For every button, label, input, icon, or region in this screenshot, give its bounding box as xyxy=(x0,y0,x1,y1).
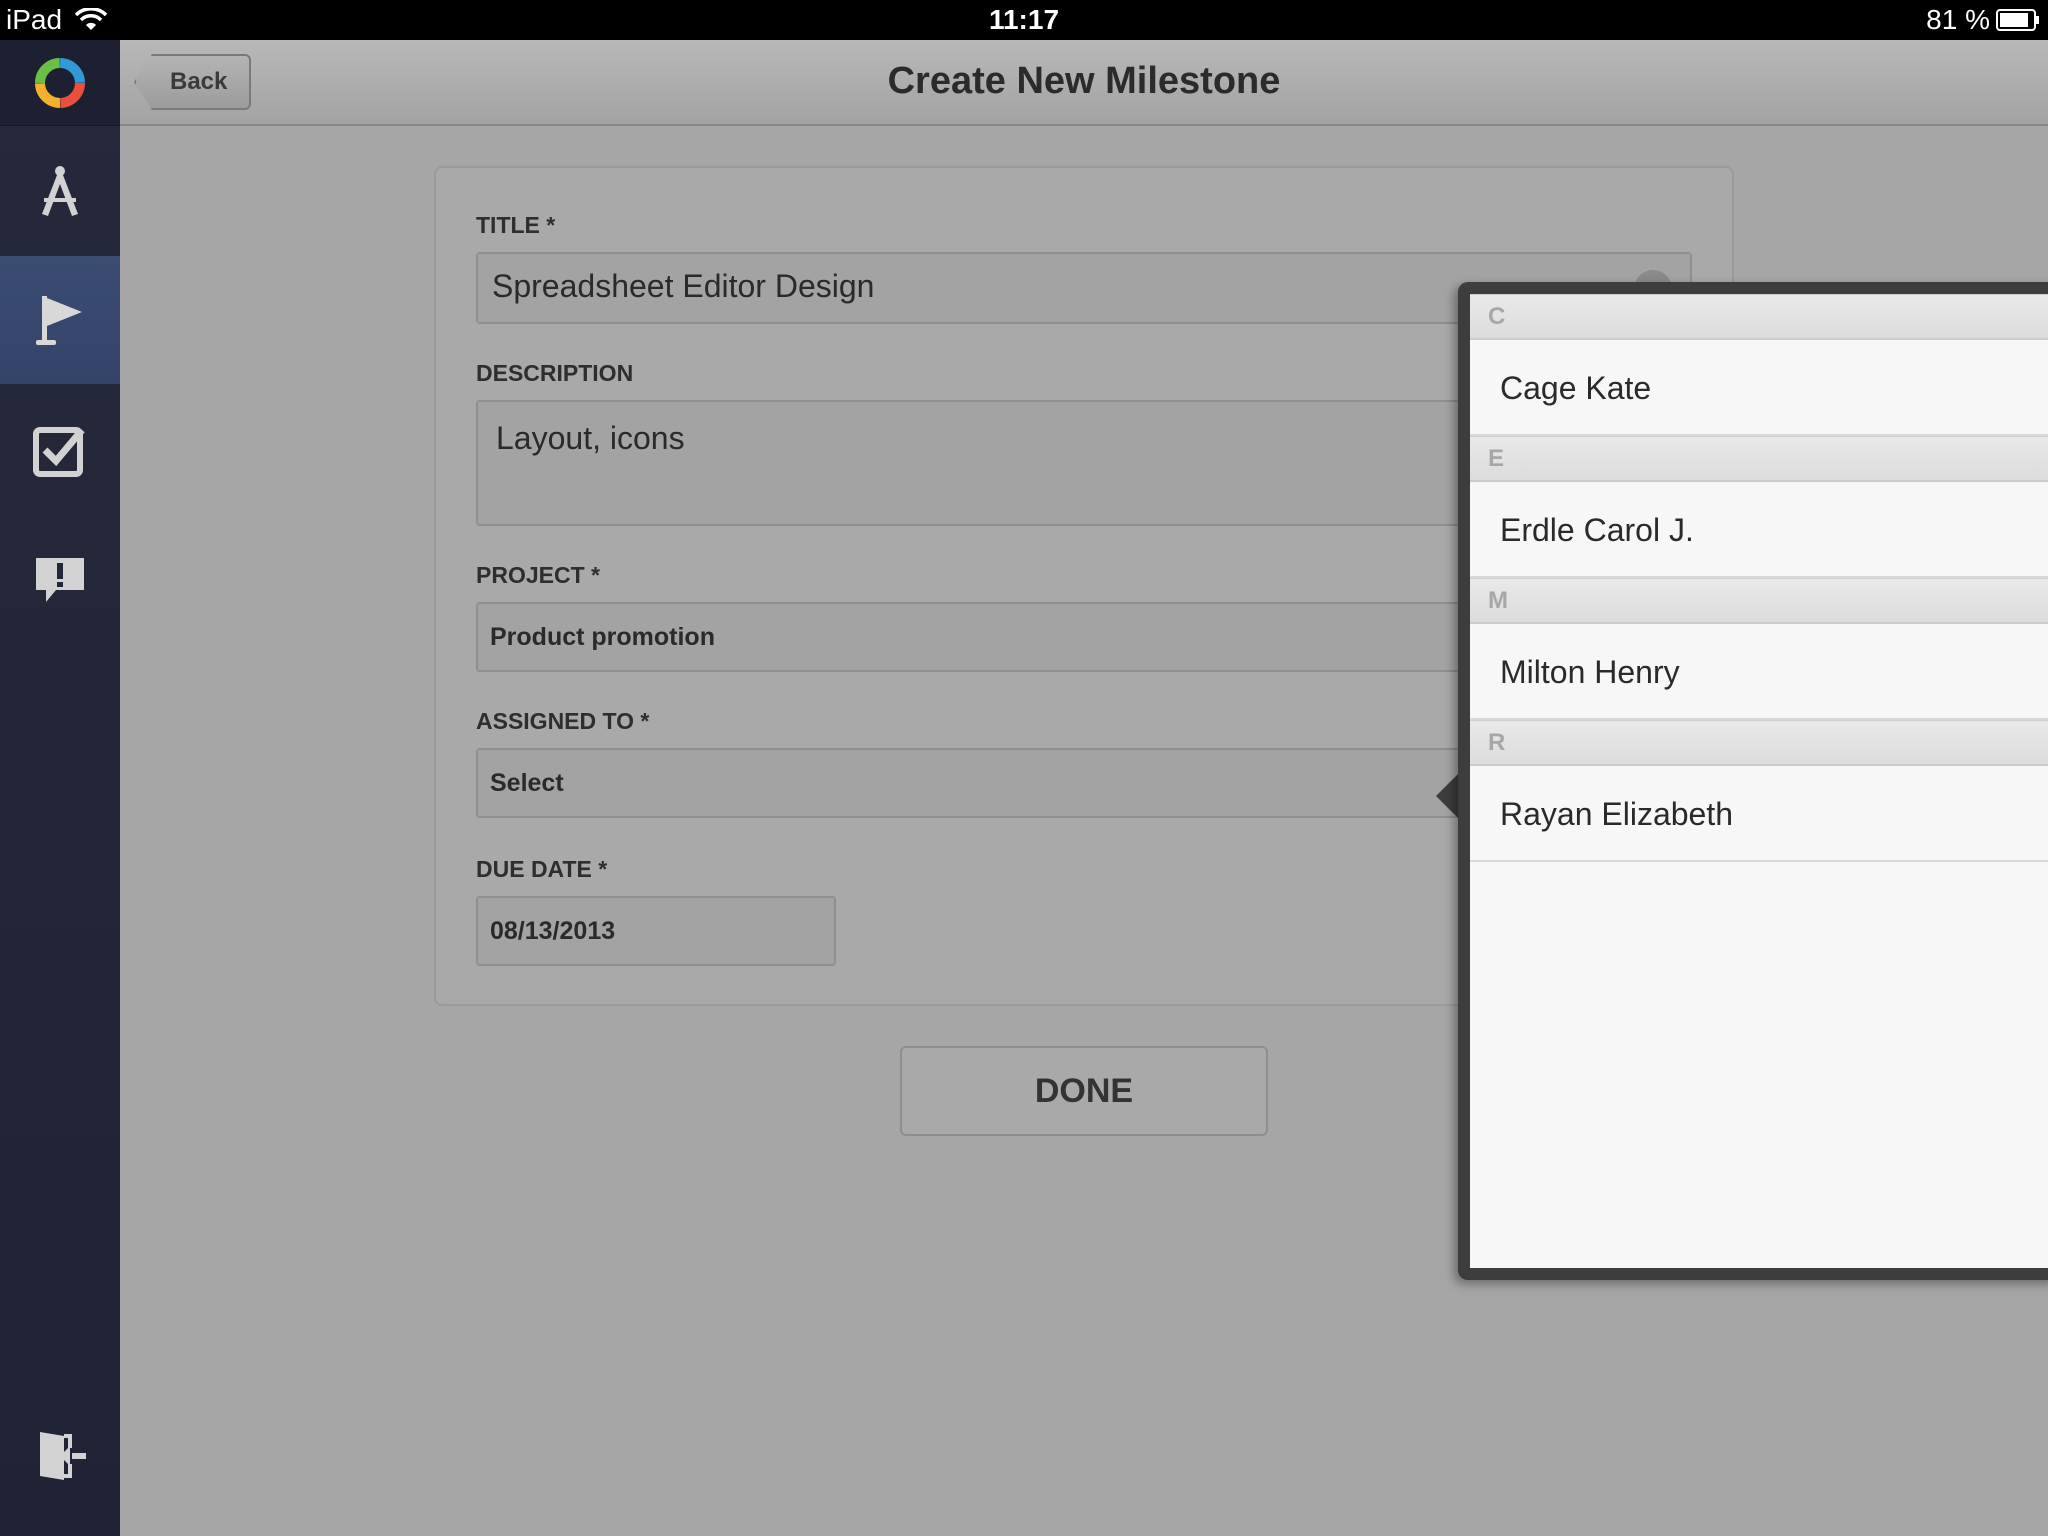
project-value: Product promotion xyxy=(490,623,715,651)
battery-percentage: 81 % xyxy=(1926,4,1990,35)
assigned-to-value: Select xyxy=(490,769,564,797)
page-title: Create New Milestone xyxy=(887,60,1281,102)
flag-icon xyxy=(36,296,82,345)
section-header-m: M xyxy=(1470,578,2048,624)
project-label: PROJECT * xyxy=(476,562,600,588)
section-header-r: R xyxy=(1470,720,2048,766)
section-header-c: C xyxy=(1470,294,2048,340)
sidebar xyxy=(0,40,120,1536)
popover-arrow xyxy=(1436,772,1460,820)
list-item[interactable]: Milton Henry xyxy=(1470,624,2048,720)
section-header-e: E xyxy=(1470,436,2048,482)
logo-icon xyxy=(35,57,85,108)
assignee-popover: C Cage Kate E Erdle Carol J. M Milton He… xyxy=(1458,282,2048,1280)
sidebar-item-projects[interactable] xyxy=(0,128,120,256)
clock: 11:17 xyxy=(988,4,1060,35)
status-bar: iPad 11:17 81 % xyxy=(0,0,2048,40)
logout-icon xyxy=(40,1432,86,1480)
checkbox-icon xyxy=(33,427,85,477)
sidebar-item-issues[interactable] xyxy=(0,514,120,642)
compass-icon xyxy=(42,166,78,216)
sidebar-item-milestones[interactable] xyxy=(0,256,120,384)
due-date-field[interactable]: 08/13/2013 xyxy=(476,896,836,966)
navigation-bar: Back Create New Milestone xyxy=(120,40,2048,126)
list-item[interactable]: Erdle Carol J. xyxy=(1470,482,2048,578)
due-date-value: 08/13/2013 xyxy=(490,917,616,945)
list-item[interactable]: Rayan Elizabeth xyxy=(1470,766,2048,862)
assigned-to-label: ASSIGNED TO * xyxy=(476,708,650,734)
description-value: Layout, icons xyxy=(496,420,685,456)
alert-bubble-icon xyxy=(36,558,84,602)
app-logo[interactable] xyxy=(0,40,120,126)
assignee-list[interactable]: C Cage Kate E Erdle Carol J. M Milton He… xyxy=(1470,294,2048,1268)
description-label: DESCRIPTION xyxy=(476,360,634,386)
done-button[interactable]: DONE xyxy=(900,1046,1268,1136)
title-label: TITLE * xyxy=(476,212,556,238)
battery-icon xyxy=(1996,9,2039,31)
logout-button[interactable] xyxy=(0,1392,120,1520)
sidebar-item-tasks[interactable] xyxy=(0,386,120,514)
list-item[interactable]: Cage Kate xyxy=(1470,340,2048,436)
due-date-label: DUE DATE * xyxy=(476,856,608,882)
title-value: Spreadsheet Editor Design xyxy=(492,268,875,304)
